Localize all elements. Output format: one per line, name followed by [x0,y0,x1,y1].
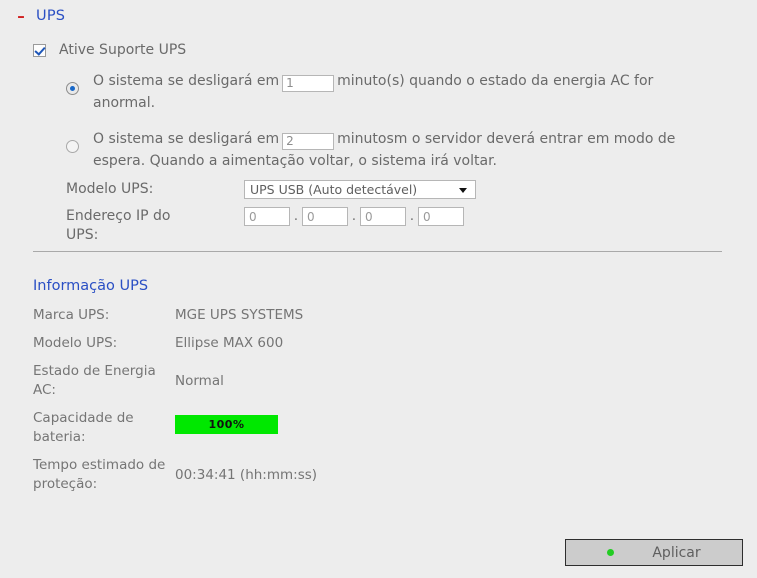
section-header: – UPS [0,8,65,24]
estimated-protection-time-value: 00:34:41 (hh:mm:ss) [175,467,318,483]
page-title: UPS [36,8,66,24]
ups-model-label: Modelo UPS: [66,181,154,197]
collapse-minus-icon[interactable]: – [12,9,30,24]
info-row-brand: Marca UPS: MGE UPS SYSTEMS [33,306,733,325]
ups-ip-row: Endereço IP do UPS: . . . [66,207,757,245]
standby-option-text: O sistema se desligará emminutosm o serv… [93,128,713,172]
ups-model-selected-value: UPS USB (Auto detectável) [250,182,418,197]
battery-capacity-text: 100% [208,418,245,431]
info-row-model: Modelo UPS: Ellipse MAX 600 [33,334,733,353]
standby-option-row[interactable]: O sistema se desligará emminutosm o serv… [66,128,757,172]
standby-option-radio[interactable] [66,140,79,153]
shutdown-minutes-input[interactable] [282,75,335,92]
shutdown-option-radio[interactable] [66,82,79,95]
estimated-protection-time-label: Tempo estimado de proteção: [33,457,166,492]
ac-power-state-value: Normal [175,373,224,389]
chevron-down-icon [459,187,467,193]
battery-capacity-label: Capacidade de bateria: [33,410,134,445]
ups-model-control[interactable]: UPS USB (Auto detectável) [244,180,476,199]
ups-settings-form: Ative Suporte UPS O sistema se desligará… [0,42,757,245]
ups-ip-label: Endereço IP do UPS: [66,208,171,243]
ups-model-select[interactable]: UPS USB (Auto detectável) [244,180,476,199]
ip-octet-3[interactable] [360,207,406,226]
ip-octet-1[interactable] [244,207,290,226]
info-row-runtime: Tempo estimado de proteção: 00:34:41 (hh… [33,456,733,494]
green-dot-icon [607,549,615,556]
standby-text-before: O sistema se desligará em [93,131,280,147]
ip-separator-1: . [293,209,299,224]
ups-model-info-value: Ellipse MAX 600 [175,335,284,351]
ip-separator-2: . [351,209,357,224]
shutdown-option-text: O sistema se desligará emminuto(s) quand… [93,70,713,114]
enable-ups-row[interactable]: Ative Suporte UPS [33,42,757,58]
ip-address-group: . . . [244,207,464,226]
ups-information-section: Informação UPS Marca UPS: MGE UPS SYSTEM… [33,278,733,503]
shutdown-text-before: O sistema se desligará em [93,73,280,89]
ip-separator-3: . [409,209,415,224]
enable-ups-checkbox[interactable] [33,44,46,57]
ups-model-info-label: Modelo UPS: [33,335,118,351]
apply-button-label: Aplicar [652,544,701,561]
enable-ups-label: Ative Suporte UPS [59,42,187,58]
ups-information-title: Informação UPS [33,278,149,294]
ip-octet-4[interactable] [418,207,464,226]
section-divider [33,251,722,252]
info-row-battery: Capacidade de bateria: 100% [33,409,733,447]
ups-brand-label: Marca UPS: [33,307,110,323]
info-row-ac-state: Estado de Energia AC: Normal [33,362,733,400]
standby-minutes-input[interactable] [282,133,335,150]
ip-octet-2[interactable] [302,207,348,226]
shutdown-option-row[interactable]: O sistema se desligará emminuto(s) quand… [66,70,757,114]
battery-capacity-bar: 100% [175,415,278,434]
apply-button[interactable]: Aplicar [565,539,743,566]
ups-ip-control[interactable]: . . . [244,207,464,226]
ups-model-row: Modelo UPS: UPS USB (Auto detectável) [66,180,757,199]
battery-capacity-control: 100% [175,409,278,434]
ups-brand-value: MGE UPS SYSTEMS [175,307,304,323]
ac-power-state-label: Estado de Energia AC: [33,363,156,398]
